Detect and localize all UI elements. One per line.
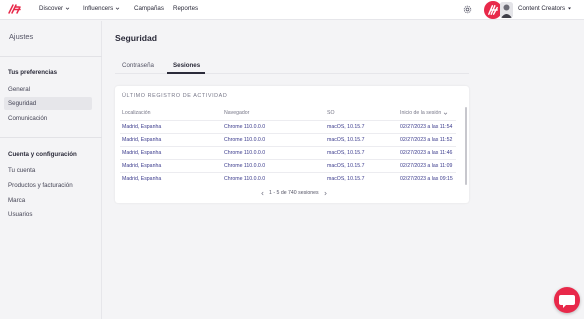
row-divider (120, 172, 456, 173)
chevron-down-icon (116, 7, 120, 10)
cell-location: Madrid, Espanha (122, 137, 162, 143)
column-header-label: Navegador (224, 110, 250, 116)
sidebar-divider (0, 56, 102, 57)
row-divider (120, 133, 456, 134)
table-row[interactable]: Madrid, Espanha Chrome 110.0.0.0 macOS, … (115, 159, 461, 172)
sidebar-item-marca[interactable]: Marca (4, 194, 92, 207)
sidebar-item-comunicacion[interactable]: Comunicación (4, 112, 92, 125)
cell-browser: Chrome 110.0.0.0 (224, 124, 266, 130)
nav-reportes[interactable]: Reportes (173, 5, 198, 12)
account-switcher[interactable]: Content Creators (518, 5, 572, 12)
column-header-navegador: Navegador (224, 110, 249, 116)
active-tab-indicator (167, 72, 205, 74)
table-row[interactable]: Madrid, Espanha Chrome 110.0.0.0 macOS, … (115, 146, 461, 159)
chevron-down-icon (65, 7, 70, 10)
account-label: Content Creators (518, 5, 566, 12)
cell-session-start: 02/27/2023 a las 11:09 (400, 163, 453, 169)
cell-os: macOS, 10.15.7 (327, 176, 365, 182)
nav-campanas-label: Campañas (134, 5, 164, 12)
chevron-left-icon[interactable] (260, 191, 265, 196)
sidebar-item-general[interactable]: General (4, 83, 92, 96)
cell-session-start: 02/27/2023 a las 11:46 (400, 150, 453, 156)
cell-os: macOS, 10.15.7 (327, 163, 365, 169)
nav-campanas[interactable]: Campañas (134, 5, 164, 12)
settings-sidebar: Ajustes Tus preferencias General Segurid… (0, 21, 102, 319)
cell-location: Madrid, Espanha (122, 150, 162, 156)
sidebar-section-account: Cuenta y configuración (8, 151, 77, 158)
cell-browser: Chrome 110.0.0.0 (224, 176, 266, 182)
chevron-right-icon[interactable] (323, 191, 328, 196)
top-navigation-bar: Discover Influencers Campañas Reportes C… (0, 0, 584, 20)
column-header-label: Inicio de la sesión (400, 110, 442, 116)
page-title: Seguridad (115, 33, 158, 43)
table-row[interactable]: Madrid, Espanha Chrome 110.0.0.0 macOS, … (115, 120, 461, 133)
cell-browser: Chrome 110.0.0.0 (224, 150, 266, 156)
pagination: 1 - 5 de 740 sesiones (260, 190, 328, 196)
sidebar-title: Ajustes (9, 32, 34, 41)
cell-os: macOS, 10.15.7 (327, 124, 365, 130)
gear-icon[interactable] (462, 4, 473, 15)
table-row[interactable]: Madrid, Espanha Chrome 110.0.0.0 macOS, … (115, 172, 461, 185)
nav-influencers[interactable]: Influencers (83, 5, 120, 12)
cell-location: Madrid, Espanha (122, 176, 162, 182)
sidebar-divider (0, 137, 102, 138)
row-divider (120, 146, 456, 147)
column-header-label: Localización (122, 110, 151, 116)
table-row[interactable]: Madrid, Espanha Chrome 110.0.0.0 macOS, … (115, 133, 461, 146)
nav-influencers-label: Influencers (83, 5, 114, 12)
cell-session-start: 02/27/2023 a las 11:52 (400, 137, 453, 143)
sidebar-item-seguridad[interactable]: Seguridad (4, 97, 92, 110)
brand-logo-icon[interactable] (7, 3, 22, 16)
cell-browser: Chrome 110.0.0.0 (224, 137, 266, 143)
sidebar-item-usuarios[interactable]: Usuarios (4, 208, 92, 221)
cell-os: macOS, 10.15.7 (327, 137, 365, 143)
column-header-inicio-sesion[interactable]: Inicio de la sesión (400, 110, 448, 116)
tab-sesiones[interactable]: Sesiones (173, 62, 200, 69)
column-header-localizacion: Localización (122, 110, 151, 116)
table-scrollbar[interactable] (465, 107, 467, 185)
chat-bubble-icon (559, 295, 575, 308)
sidebar-item-tu-cuenta[interactable]: Tu cuenta (4, 164, 92, 177)
sidebar-item-productos-facturacion[interactable]: Productos y facturación (4, 179, 92, 192)
nav-discover[interactable]: Discover (39, 5, 70, 12)
chat-button[interactable] (554, 287, 580, 313)
tab-contrasena[interactable]: Contraseña (122, 62, 154, 69)
cell-location: Madrid, Espanha (122, 124, 162, 130)
nav-reportes-label: Reportes (173, 5, 199, 12)
row-divider (120, 120, 456, 121)
caret-down-icon (568, 7, 572, 10)
user-avatar[interactable] (500, 2, 513, 18)
cell-browser: Chrome 110.0.0.0 (224, 163, 266, 169)
row-divider (120, 159, 456, 160)
sidebar-section-preferences: Tus preferencias (8, 69, 58, 76)
sort-chevron-down-icon[interactable] (443, 111, 448, 116)
cell-session-start: 02/27/2023 a las 11:54 (400, 124, 453, 130)
column-header-so: SO (327, 110, 335, 116)
sessions-card: ÚLTIMO REGISTRO DE ACTIVIDAD Localizació… (115, 86, 469, 203)
cell-os: macOS, 10.15.7 (327, 150, 365, 156)
column-header-label: SO (327, 110, 335, 116)
activity-heading: ÚLTIMO REGISTRO DE ACTIVIDAD (122, 93, 228, 99)
user-photo-icon (500, 2, 513, 18)
cell-location: Madrid, Espanha (122, 163, 162, 169)
nav-discover-label: Discover (39, 5, 64, 12)
cell-session-start: 02/27/2023 a las 09:15 (400, 176, 453, 182)
pagination-label: 1 - 5 de 740 sesiones (269, 190, 319, 196)
